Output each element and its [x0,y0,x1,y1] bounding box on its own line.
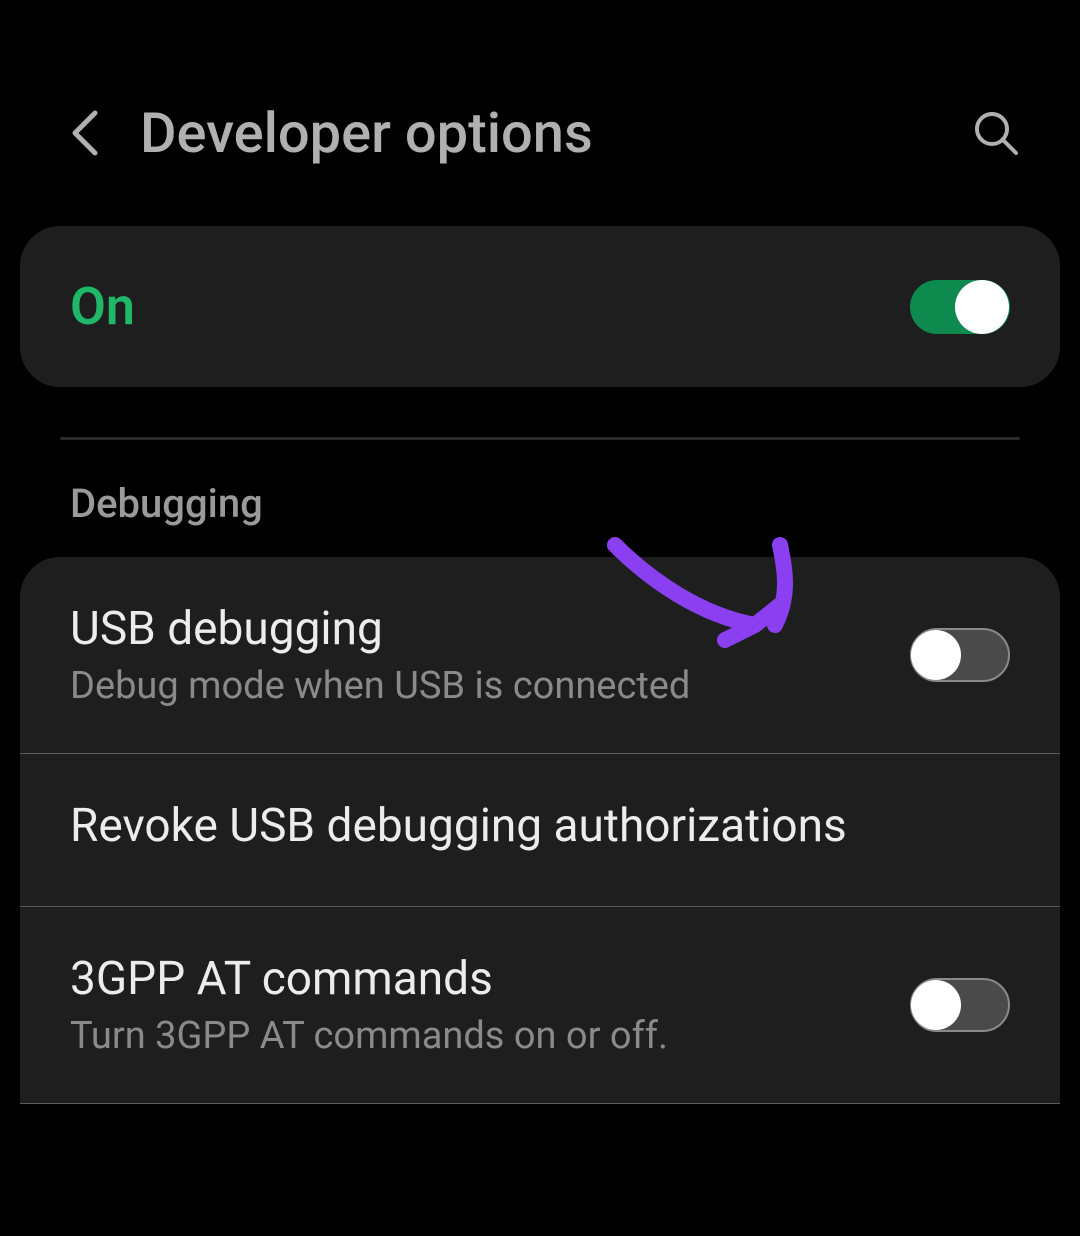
setting-title: 3GPP AT commands [70,952,890,1006]
master-toggle-label: On [70,276,135,337]
usb-debugging-item[interactable]: USB debugging Debug mode when USB is con… [20,557,1060,754]
3gpp-toggle[interactable] [910,978,1010,1032]
usb-debugging-toggle[interactable] [910,628,1010,682]
back-icon[interactable] [70,108,100,158]
3gpp-at-commands-item[interactable]: 3GPP AT commands Turn 3GPP AT commands o… [20,907,1060,1104]
setting-title: USB debugging [70,602,890,656]
setting-title: Revoke USB debugging authorizations [70,799,990,853]
master-toggle-card: On [20,226,1060,387]
page-title: Developer options [140,100,972,166]
section-divider [60,437,1020,440]
setting-text: Revoke USB debugging authorizations [70,799,1010,861]
setting-text: 3GPP AT commands Turn 3GPP AT commands o… [70,952,910,1058]
toggle-knob [955,280,1009,334]
master-toggle-row[interactable]: On [20,226,1060,387]
settings-list: USB debugging Debug mode when USB is con… [20,557,1060,1104]
toggle-knob [911,630,961,680]
revoke-usb-auth-item[interactable]: Revoke USB debugging authorizations [20,754,1060,907]
app-header: Developer options [0,0,1080,206]
toggle-knob [911,980,961,1030]
section-header: Debugging [0,470,1080,557]
search-icon[interactable] [972,109,1020,157]
setting-subtitle: Debug mode when USB is connected [70,664,890,708]
setting-subtitle: Turn 3GPP AT commands on or off. [70,1014,890,1058]
setting-text: USB debugging Debug mode when USB is con… [70,602,910,708]
master-toggle-switch[interactable] [910,280,1010,334]
